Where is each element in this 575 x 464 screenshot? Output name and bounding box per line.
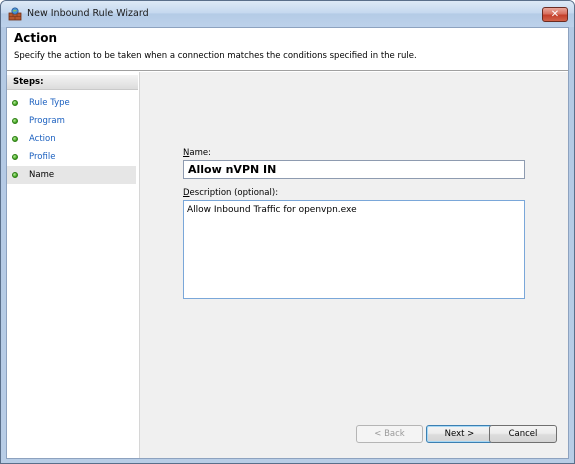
sidebar-item-profile[interactable]: Profile [7, 148, 136, 166]
sidebar-item-label: Name [29, 170, 55, 180]
main-panel: Name: Description (optional): Allow Inbo… [139, 72, 568, 458]
green-dot-icon [12, 172, 18, 178]
close-button[interactable]: ✕ [542, 7, 568, 22]
wizard-window: New Inbound Rule Wizard ✕ Action Specify… [0, 0, 575, 464]
close-icon: ✕ [550, 9, 560, 20]
cancel-button[interactable]: Cancel [489, 425, 557, 443]
client-area: Action Specify the action to be taken wh… [6, 27, 569, 459]
firewall-icon [8, 7, 22, 21]
description-field-label: Description (optional): [183, 188, 278, 198]
sidebar-item-name[interactable]: Name [7, 166, 136, 184]
description-label-text: escription (optional): [189, 188, 279, 198]
green-dot-icon [12, 100, 18, 106]
green-dot-icon [12, 154, 18, 160]
page-description: Specify the action to be taken when a co… [14, 51, 417, 61]
page-header: Action Specify the action to be taken wh… [7, 28, 568, 71]
sidebar-item-label: Profile [29, 152, 56, 162]
window-title: New Inbound Rule Wizard [27, 8, 149, 19]
sidebar-item-action[interactable]: Action [7, 130, 136, 148]
name-field[interactable] [183, 160, 525, 179]
sidebar-item-label: Rule Type [29, 98, 70, 108]
title-bar[interactable]: New Inbound Rule Wizard ✕ [1, 1, 574, 27]
steps-sidebar: Steps: Rule Type Program Action Profile … [7, 72, 138, 458]
description-field[interactable]: Allow Inbound Traffic for openvpn.exe [183, 200, 525, 299]
sidebar-item-label: Action [29, 134, 56, 144]
name-label-text: ame: [189, 148, 211, 158]
steps-heading: Steps: [7, 75, 138, 90]
page-title: Action [14, 31, 58, 45]
next-button[interactable]: Next > [426, 425, 493, 443]
sidebar-item-program[interactable]: Program [7, 112, 136, 130]
green-dot-icon [12, 118, 18, 124]
sidebar-item-label: Program [29, 116, 65, 126]
name-field-label: Name: [183, 148, 211, 158]
back-button[interactable]: < Back [356, 425, 423, 443]
green-dot-icon [12, 136, 18, 142]
sidebar-item-rule-type[interactable]: Rule Type [7, 94, 136, 112]
